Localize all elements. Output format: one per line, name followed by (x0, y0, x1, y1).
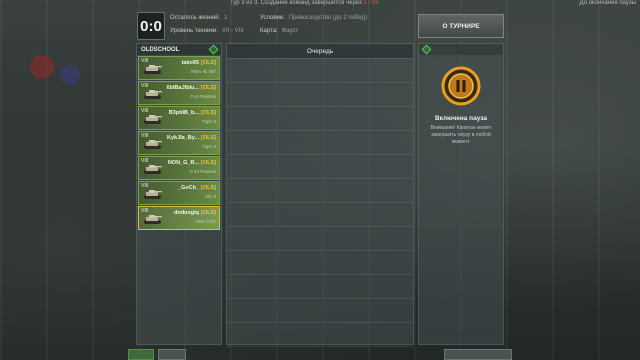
player-row[interactable]: VIII tako95 [OLS] Rhm.-B. WT (138, 56, 220, 80)
map-info: Карта: Фауст (260, 28, 299, 34)
queue-slot (227, 155, 413, 179)
diamond-icon (208, 44, 219, 55)
player-row[interactable]: VIII 6blBaJIblu... [OLS] P.44 Pantera (138, 81, 220, 105)
queue-slot (227, 179, 413, 203)
player-name: NON_G_R... [OLS] (167, 160, 216, 166)
clan-tag: [OLS] (201, 85, 216, 91)
pause-description: Внимание! Капитан может завершить паузу … (430, 125, 492, 145)
background-decor (30, 55, 54, 79)
clan-tag: [OLS] (201, 135, 216, 141)
team-panel: OLDSCHOOL VIII tako95 [OLS] Rhm.-B. WT VIII 6… (136, 43, 222, 345)
player-name: B3pbIB_b... [OLS] (168, 110, 216, 116)
queue-header: Очередь (227, 44, 413, 59)
round-status: Тур 3 из 3. Создание команд завершится ч… (230, 0, 379, 6)
clan-tag: [OLS] (201, 110, 216, 116)
tank-icon (144, 190, 162, 199)
queue-panel: Очередь (226, 43, 414, 347)
player-name: _GoCb_ [OLS] (177, 185, 216, 191)
bottom-action-button[interactable] (128, 349, 154, 360)
team-header: OLDSCHOOL (137, 44, 221, 55)
player-row[interactable]: VIII NON_G_R... [OLS] P.44 Pantera (138, 156, 220, 180)
queue-slot (227, 107, 413, 131)
player-name: dnduogiq [OLS] (173, 210, 216, 216)
clan-tag: [OLS] (201, 210, 216, 216)
vehicle-name: Tiger II (202, 144, 216, 149)
clan-tag: [OLS] (201, 160, 216, 166)
player-row[interactable]: VIII dnduogiq [OLS] AMX CDC (138, 206, 220, 230)
player-name: KykJIa_By... [OLS] (167, 135, 216, 141)
queue-slot (227, 83, 413, 107)
team-name: OLDSCHOOL (141, 46, 180, 53)
clan-tag: [OLS] (201, 185, 216, 191)
condition-info: Условие: Превосходство (до 2 побед) (260, 15, 367, 21)
tank-icon (144, 140, 162, 149)
tank-icon (144, 165, 162, 174)
clan-tag: [OLS] (201, 60, 216, 66)
player-row[interactable]: VIII KykJIa_By... [OLS] Tiger II (138, 131, 220, 155)
vehicle-name: AMX CDC (195, 219, 216, 224)
bottom-right-button[interactable] (444, 349, 512, 360)
queue-slot (227, 323, 413, 347)
vehicle-name: P.44 Pantera (190, 94, 216, 99)
vehicle-name: P.44 Pantera (190, 169, 216, 174)
round-timer: 17:59 (363, 0, 379, 6)
score-display: 0:0 (137, 12, 165, 40)
tank-icon (144, 65, 162, 74)
vehicle-name: ИС-3 (205, 194, 217, 199)
diamond-icon (421, 44, 432, 55)
player-row[interactable]: VIII B3pbIB_b... [OLS] Tiger II (138, 106, 220, 130)
vehicle-name: Rhm.-B. WT (191, 69, 216, 74)
queue-slot (227, 203, 413, 227)
player-name: tako95 [OLS] (181, 60, 216, 66)
tournament-panel: Включена пауза Внимание! Капитан может з… (418, 43, 504, 345)
player-row[interactable]: VIII _GoCb_ [OLS] ИС-3 (138, 181, 220, 205)
bottom-secondary-button[interactable] (158, 349, 186, 360)
vehicle-name: Tiger II (202, 119, 216, 124)
queue-slot (227, 275, 413, 299)
tank-icon (144, 90, 162, 99)
queue-slot (227, 131, 413, 155)
tank-icon (144, 215, 162, 224)
tournament-panel-header (419, 44, 503, 55)
about-tournament-button[interactable]: О ТУРНИРЕ (418, 14, 504, 38)
background-decor (60, 65, 80, 85)
queue-slot (227, 251, 413, 275)
queue-slot (227, 299, 413, 323)
queue-slot (227, 59, 413, 83)
tank-icon (144, 115, 162, 124)
tier-info: Уровень техники: VII - VIII (170, 28, 244, 34)
lives-info: Осталось жизней: 1 (170, 15, 228, 21)
pause-end-label: До окончания паузы (579, 0, 636, 6)
queue-slot (227, 227, 413, 251)
player-name: 6blBaJIblu... [OLS] (166, 85, 216, 91)
pause-icon (441, 66, 481, 106)
pause-title: Включена пауза (434, 115, 488, 122)
